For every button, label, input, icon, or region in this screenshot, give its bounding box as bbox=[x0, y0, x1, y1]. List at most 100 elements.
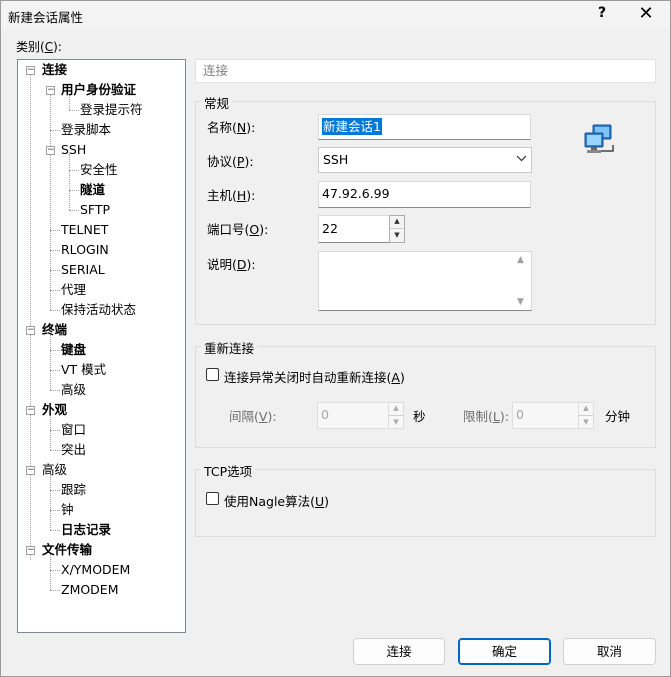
collapse-icon[interactable]: − bbox=[26, 66, 35, 75]
tree-item-user-auth[interactable]: 用户身份验证 bbox=[61, 80, 136, 100]
spin-up-icon[interactable]: ▲ bbox=[389, 403, 403, 416]
network-computer-icon bbox=[584, 124, 614, 153]
collapse-icon[interactable]: − bbox=[26, 466, 35, 475]
reconnect-group-title: 重新连接 bbox=[201, 338, 258, 357]
collapse-icon[interactable]: − bbox=[26, 406, 35, 415]
limit-label: 限制(L): bbox=[463, 409, 509, 424]
tree-line bbox=[50, 350, 60, 351]
limit-spinner[interactable]: 0 ▲ ▼ bbox=[512, 402, 595, 429]
host-input[interactable]: 47.92.6.99 bbox=[318, 181, 531, 208]
tree-item-connection[interactable]: 连接 bbox=[42, 60, 67, 80]
tree-line bbox=[50, 250, 60, 251]
interval-spinner[interactable]: 0 ▲ ▼ bbox=[317, 402, 405, 429]
auto-reconnect-checkbox[interactable] bbox=[206, 368, 219, 381]
tree-line bbox=[50, 530, 60, 531]
spin-down-icon[interactable]: ▼ bbox=[389, 416, 403, 429]
tree-item-serial[interactable]: SERIAL bbox=[61, 260, 105, 280]
nagle-label[interactable]: 使用Nagle算法(U) bbox=[224, 491, 329, 510]
cancel-button[interactable]: 取消 bbox=[563, 638, 656, 665]
collapse-icon[interactable]: − bbox=[26, 546, 35, 555]
tree-line bbox=[50, 94, 51, 310]
tree-line bbox=[69, 170, 79, 171]
spin-down-icon[interactable]: ▼ bbox=[390, 229, 404, 242]
port-input[interactable]: 22 bbox=[318, 215, 390, 243]
close-button[interactable]: ✕ bbox=[633, 3, 659, 25]
name-input[interactable]: 新建会话1 bbox=[318, 114, 531, 140]
tree-item-logging[interactable]: 日志记录 bbox=[61, 520, 111, 540]
tree-line bbox=[50, 450, 60, 451]
tree-item-zmodem[interactable]: ZMODEM bbox=[61, 580, 119, 600]
tree-item-advanced[interactable]: 高级 bbox=[42, 460, 67, 480]
description-scrollbar[interactable]: ▲ ▼ bbox=[514, 252, 531, 310]
tree-line bbox=[50, 270, 60, 271]
tree-item-keepalive[interactable]: 保持活动状态 bbox=[61, 300, 136, 320]
category-label: 类别(C): bbox=[16, 40, 62, 54]
dialog-window: 新建会话属性 ? ✕ 类别(C): − − − − − − − 连接 用户身份验… bbox=[0, 0, 671, 677]
collapse-icon[interactable]: − bbox=[46, 86, 55, 95]
protocol-select[interactable]: SSH bbox=[318, 147, 532, 173]
tree-item-security[interactable]: 安全性 bbox=[80, 160, 118, 180]
tree-item-login-script[interactable]: 登录脚本 bbox=[61, 120, 111, 140]
port-spinner[interactable]: 22 ▲ ▼ bbox=[318, 215, 406, 243]
tree-item-trace[interactable]: 跟踪 bbox=[61, 480, 86, 500]
tree-item-highlight[interactable]: 突出 bbox=[61, 440, 86, 460]
host-label: 主机(H): bbox=[207, 188, 256, 203]
interval-spin-buttons: ▲ ▼ bbox=[388, 402, 404, 429]
spin-down-icon[interactable]: ▼ bbox=[579, 416, 593, 429]
spin-up-icon[interactable]: ▲ bbox=[390, 216, 404, 229]
port-label: 端口号(O): bbox=[207, 222, 269, 237]
scroll-down-icon[interactable]: ▼ bbox=[517, 297, 524, 307]
ok-button[interactable]: 确定 bbox=[458, 638, 551, 665]
close-icon: ✕ bbox=[638, 3, 654, 24]
scroll-up-icon[interactable]: ▲ bbox=[517, 255, 524, 265]
tree-item-sftp[interactable]: SFTP bbox=[80, 200, 110, 220]
tree-item-ssh[interactable]: SSH bbox=[61, 140, 86, 160]
tcp-group-title: TCP选项 bbox=[201, 461, 256, 480]
tree-item-vt-mode[interactable]: VT 模式 bbox=[61, 360, 106, 380]
tree-item-terminal[interactable]: 终端 bbox=[42, 320, 67, 340]
limit-input[interactable]: 0 bbox=[512, 402, 579, 429]
port-spin-buttons: ▲ ▼ bbox=[389, 215, 405, 243]
tree-item-terminal-advanced[interactable]: 高级 bbox=[61, 380, 86, 400]
tree-line bbox=[50, 310, 60, 311]
tree-line bbox=[50, 570, 60, 571]
section-header: 连接 bbox=[195, 59, 656, 83]
tree-item-tunnel[interactable]: 隧道 bbox=[80, 180, 105, 200]
protocol-label: 协议(P): bbox=[207, 154, 254, 169]
tree-line bbox=[50, 130, 60, 131]
tree-line bbox=[50, 510, 60, 511]
tree-line bbox=[30, 74, 31, 560]
spin-up-icon[interactable]: ▲ bbox=[579, 403, 593, 416]
description-label: 说明(D): bbox=[207, 257, 256, 272]
seconds-unit: 秒 bbox=[413, 409, 426, 424]
tree-line bbox=[50, 290, 60, 291]
tree-line bbox=[69, 190, 79, 191]
auto-reconnect-label[interactable]: 连接异常关闭时自动重新连接(A) bbox=[224, 367, 405, 386]
tree-item-bell[interactable]: 钟 bbox=[61, 500, 74, 520]
tree-item-rlogin[interactable]: RLOGIN bbox=[61, 240, 109, 260]
tree-item-xymodem[interactable]: X/YMODEM bbox=[61, 560, 130, 580]
reconnect-group bbox=[195, 346, 656, 448]
interval-input[interactable]: 0 bbox=[317, 402, 389, 429]
collapse-icon[interactable]: − bbox=[26, 326, 35, 335]
category-tree[interactable]: − − − − − − − 连接 用户身份验证 登录提示符 登录脚本 SSH 安… bbox=[17, 59, 186, 633]
help-button[interactable]: ? bbox=[595, 5, 609, 21]
minutes-unit: 分钟 bbox=[605, 409, 631, 424]
tree-line bbox=[50, 390, 60, 391]
tree-item-telnet[interactable]: TELNET bbox=[61, 220, 108, 240]
tree-item-window[interactable]: 窗口 bbox=[61, 420, 86, 440]
window-title: 新建会话属性 bbox=[8, 10, 84, 25]
collapse-icon[interactable]: − bbox=[46, 146, 55, 155]
tree-line bbox=[50, 370, 60, 371]
description-input[interactable]: ▲ ▼ bbox=[318, 251, 532, 311]
tree-item-login-prompt[interactable]: 登录提示符 bbox=[80, 100, 143, 120]
tree-line bbox=[50, 590, 60, 591]
tree-item-keyboard[interactable]: 键盘 bbox=[61, 340, 86, 360]
tree-item-proxy[interactable]: 代理 bbox=[61, 280, 86, 300]
tree-line bbox=[69, 154, 70, 210]
nagle-checkbox[interactable] bbox=[206, 492, 219, 505]
tree-item-file-transfer[interactable]: 文件传输 bbox=[42, 540, 92, 560]
name-label: 名称(N): bbox=[207, 120, 256, 135]
tree-item-appearance[interactable]: 外观 bbox=[42, 400, 67, 420]
connect-button[interactable]: 连接 bbox=[353, 638, 445, 665]
